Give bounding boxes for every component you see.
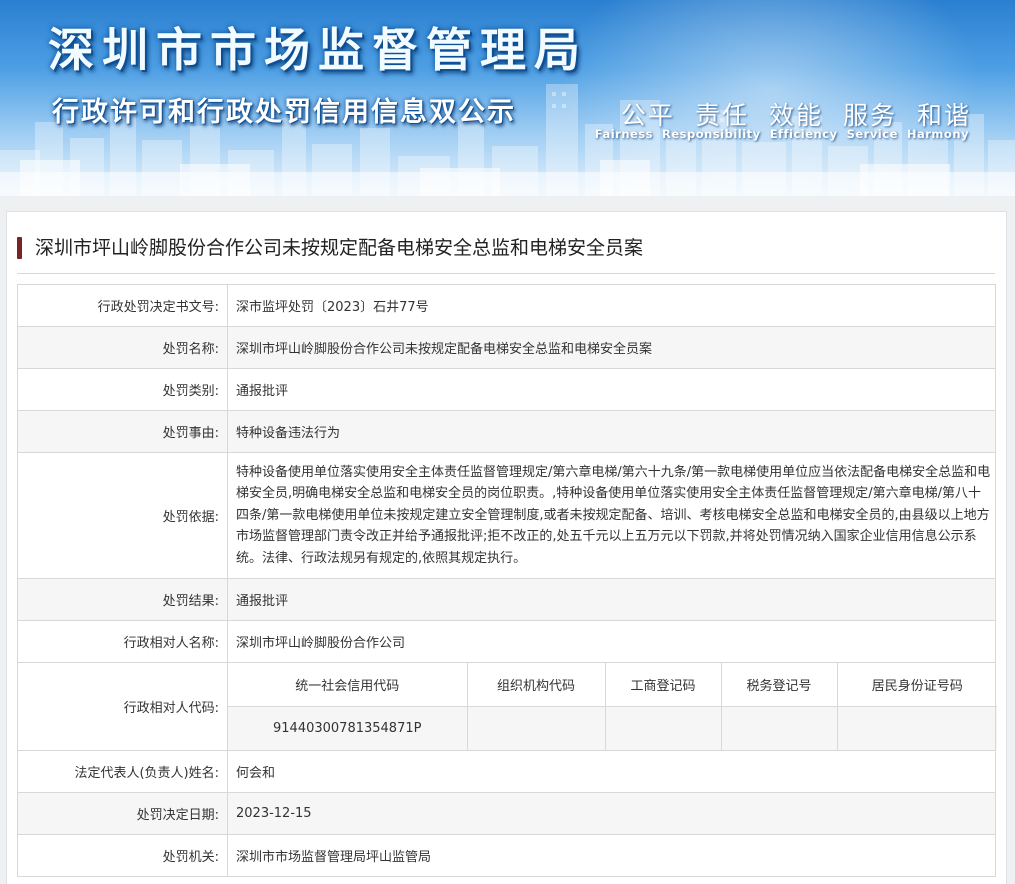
- row-date: 处罚决定日期: 2023-12-15: [17, 792, 996, 835]
- row-category: 处罚类别: 通报批评: [17, 368, 996, 411]
- row-party-code: 行政相对人代码: 统一社会信用代码 组织机构代码 工商登记码 税务登记号 居民身…: [17, 662, 997, 751]
- agency-title: 深圳市市场监督管理局: [48, 23, 588, 77]
- code-header-id-card: 居民身份证号码: [836, 663, 997, 707]
- row-doc-no: 行政处罚决定书文号: 深市监坪处罚〔2023〕石井77号: [17, 284, 996, 327]
- row-result: 处罚结果: 通报批评: [17, 578, 996, 621]
- label-result: 处罚结果:: [17, 578, 228, 621]
- value-result: 通报批评: [227, 578, 996, 621]
- code-value-uscc: 91440300781354871P: [228, 706, 468, 750]
- label-decision-date: 处罚决定日期:: [17, 792, 228, 835]
- row-legal-rep: 法定代表人(负责人)姓名: 何会和: [17, 750, 996, 793]
- case-detail-panel: 深圳市坪山岭脚股份合作公司未按规定配备电梯安全总监和电梯安全员案 行政处罚决定书…: [6, 211, 1007, 884]
- value-authority: 深圳市市场监督管理局坪山监管局: [227, 834, 996, 877]
- code-value-tax-reg: [720, 706, 838, 750]
- site-subtitle: 行政许可和行政处罚信用信息双公示: [52, 97, 516, 128]
- label-party-code: 行政相对人代码:: [17, 662, 228, 751]
- code-value-business-reg: [604, 706, 722, 750]
- value-category: 通报批评: [227, 368, 996, 411]
- label-legal-rep: 法定代表人(负责人)姓名:: [17, 750, 228, 793]
- label-reason: 处罚事由:: [17, 410, 228, 453]
- case-title: 深圳市坪山岭脚股份合作公司未按规定配备电梯安全总监和电梯安全员案: [35, 237, 644, 259]
- value-basis: 特种设备使用单位落实使用安全主体责任监督管理规定/第六章电梯/第六十九条/第一款…: [227, 452, 996, 579]
- slogan-word-en: Service: [846, 127, 898, 141]
- slogan-word-en: Fairness: [594, 127, 654, 141]
- value-party-name: 深圳市坪山岭脚股份合作公司: [227, 620, 996, 663]
- row-authority: 处罚机关: 深圳市市场监督管理局坪山监管局: [17, 834, 996, 877]
- value-penalty-name: 深圳市坪山岭脚股份合作公司未按规定配备电梯安全总监和电梯安全员案: [227, 326, 996, 369]
- party-code-cell: 统一社会信用代码 组织机构代码 工商登记码 税务登记号 居民身份证号码 9144…: [227, 662, 997, 751]
- case-info-table: 行政处罚决定书文号: 深市监坪处罚〔2023〕石井77号 处罚名称: 深圳市坪山…: [17, 284, 997, 877]
- case-header: 深圳市坪山岭脚股份合作公司未按规定配备电梯安全总监和电梯安全员案: [17, 235, 995, 274]
- slogan-word-en: Efficiency: [769, 127, 838, 141]
- label-basis: 处罚依据:: [17, 452, 228, 579]
- header-banner: 深圳市市场监督管理局 行政许可和行政处罚信用信息双公示 公平 责任 效能 服务 …: [0, 0, 1015, 196]
- label-category: 处罚类别:: [17, 368, 228, 411]
- code-header-business-reg: 工商登记码: [604, 663, 722, 707]
- row-party-name: 行政相对人名称: 深圳市坪山岭脚股份合作公司: [17, 620, 996, 663]
- party-code-table: 统一社会信用代码 组织机构代码 工商登记码 税务登记号 居民身份证号码 9144…: [228, 663, 997, 750]
- code-header-tax-reg: 税务登记号: [720, 663, 838, 707]
- label-penalty-name: 处罚名称:: [17, 326, 228, 369]
- code-header-row: 统一社会信用代码 组织机构代码 工商登记码 税务登记号 居民身份证号码: [228, 663, 997, 707]
- code-header-uscc: 统一社会信用代码: [228, 663, 468, 707]
- row-reason: 处罚事由: 特种设备违法行为: [17, 410, 996, 453]
- label-party-name: 行政相对人名称:: [17, 620, 228, 663]
- value-reason: 特种设备违法行为: [227, 410, 996, 453]
- value-doc-no: 深市监坪处罚〔2023〕石井77号: [227, 284, 996, 327]
- label-doc-no: 行政处罚决定书文号:: [17, 284, 228, 327]
- slogan-word-en: Harmony: [906, 127, 969, 141]
- row-basis: 处罚依据: 特种设备使用单位落实使用安全主体责任监督管理规定/第六章电梯/第六十…: [17, 452, 996, 579]
- label-authority: 处罚机关:: [17, 834, 228, 877]
- code-value-org-code: [466, 706, 606, 750]
- code-value-row: 91440300781354871P: [228, 706, 997, 750]
- code-value-id-card: [836, 706, 997, 750]
- row-name: 处罚名称: 深圳市坪山岭脚股份合作公司未按规定配备电梯安全总监和电梯安全员案: [17, 326, 996, 369]
- title-accent-bar: [17, 237, 22, 259]
- slogan-english: Fairness Responsibility Efficiency Servi…: [595, 127, 969, 141]
- slogan-word-en: Responsibility: [662, 127, 761, 141]
- code-header-org-code: 组织机构代码: [466, 663, 606, 707]
- value-decision-date: 2023-12-15: [227, 792, 996, 835]
- value-legal-rep: 何会和: [227, 750, 996, 793]
